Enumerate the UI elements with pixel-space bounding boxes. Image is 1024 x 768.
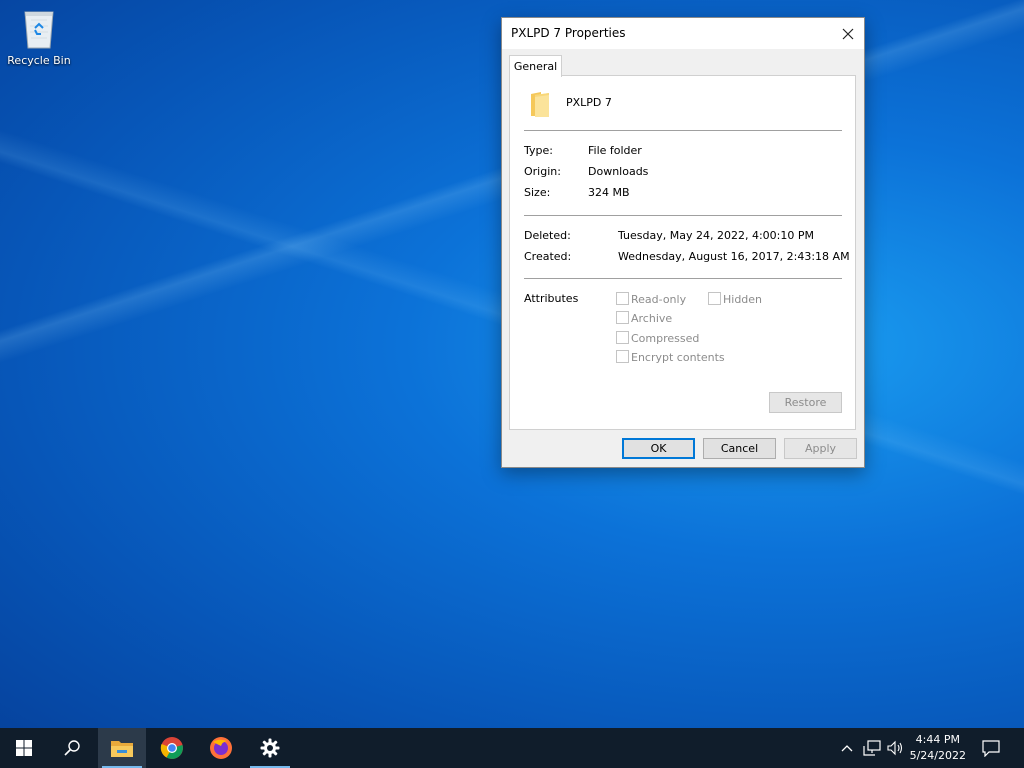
archive-label[interactable]: Archive [631, 312, 672, 325]
taskbar-chrome[interactable] [148, 728, 196, 768]
taskbar: 4:44 PM 5/24/2022 [0, 728, 1024, 768]
properties-dialog: PXLPD 7 Properties General PXLPD 7 Type:… [501, 17, 865, 468]
general-tab-panel: PXLPD 7 Type: File folder Origin: Downlo… [509, 75, 856, 430]
volume-icon [887, 740, 903, 756]
network-button[interactable] [860, 728, 884, 768]
close-button[interactable] [832, 18, 864, 49]
recycle-bin-desktop-icon[interactable]: Recycle Bin [4, 6, 74, 67]
taskbar-file-explorer[interactable] [98, 728, 146, 768]
action-center-button[interactable] [978, 728, 1004, 768]
volume-button[interactable] [884, 728, 908, 768]
taskbar-settings[interactable] [246, 728, 294, 768]
encrypt-contents-checkbox[interactable] [616, 350, 629, 363]
dialog-title: PXLPD 7 Properties [511, 26, 626, 40]
divider [524, 215, 842, 216]
apply-button[interactable]: Apply [784, 438, 857, 459]
clock-date: 5/24/2022 [909, 749, 966, 762]
restore-button[interactable]: Restore [769, 392, 842, 413]
size-value: 324 MB [588, 186, 630, 199]
search-icon [64, 740, 80, 756]
start-button[interactable] [0, 728, 48, 768]
show-hidden-icons-button[interactable] [836, 728, 858, 768]
type-value: File folder [588, 144, 642, 157]
compressed-checkbox[interactable] [616, 331, 629, 344]
hidden-label[interactable]: Hidden [723, 293, 762, 306]
encrypt-contents-label[interactable]: Encrypt contents [631, 351, 725, 364]
chrome-icon [160, 737, 183, 759]
recycle-bin-label: Recycle Bin [7, 54, 71, 67]
created-label: Created: [524, 250, 572, 263]
file-explorer-icon [111, 741, 133, 757]
origin-value: Downloads [588, 165, 649, 178]
cancel-button[interactable]: Cancel [703, 438, 776, 459]
hidden-checkbox[interactable] [708, 292, 721, 305]
taskbar-clock[interactable]: 4:44 PM 5/24/2022 [910, 732, 966, 764]
type-label: Type: [524, 144, 553, 157]
deleted-label: Deleted: [524, 229, 571, 242]
compressed-label[interactable]: Compressed [631, 332, 699, 345]
created-value[interactable]: Wednesday, August 16, 2017, 2:43:18 AM [618, 250, 850, 263]
clock-time: 4:44 PM [915, 733, 960, 746]
dialog-titlebar[interactable]: PXLPD 7 Properties [502, 18, 864, 49]
folder-name: PXLPD 7 [566, 96, 612, 109]
divider [524, 130, 842, 131]
network-icon [863, 740, 881, 756]
origin-label: Origin: [524, 165, 561, 178]
read-only-checkbox[interactable] [616, 292, 629, 305]
divider [524, 278, 842, 279]
close-icon [842, 28, 854, 39]
windows-start-icon [16, 740, 32, 756]
firefox-icon [210, 737, 232, 759]
chevron-up-icon [841, 745, 853, 752]
taskbar-firefox[interactable] [197, 728, 245, 768]
ok-button[interactable]: OK [622, 438, 695, 459]
settings-icon [260, 738, 280, 758]
archive-checkbox[interactable] [616, 311, 629, 324]
attributes-label: Attributes [524, 292, 579, 305]
recycle-bin-icon [21, 6, 57, 50]
deleted-value: Tuesday, May 24, 2022, 4:00:10 PM [618, 229, 814, 242]
read-only-label[interactable]: Read-only [631, 293, 686, 306]
size-label: Size: [524, 186, 551, 199]
folder-icon [529, 90, 551, 118]
search-button[interactable] [48, 728, 96, 768]
notification-icon [982, 740, 1000, 757]
tab-general[interactable]: General [509, 55, 562, 77]
